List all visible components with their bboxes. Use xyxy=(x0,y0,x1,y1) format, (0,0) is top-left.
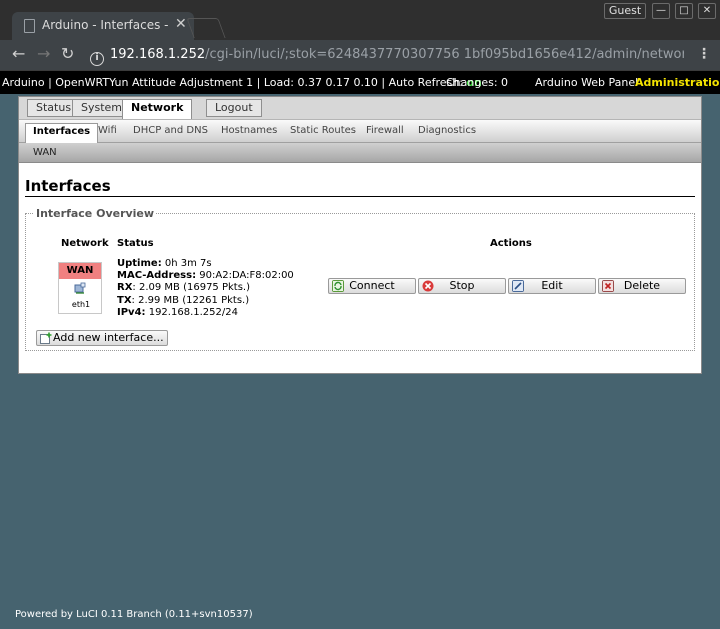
delete-button[interactable]: Delete xyxy=(598,278,686,294)
subtab-wan[interactable]: WAN xyxy=(33,147,57,158)
mac-value: 90:A2:DA:F8:02:00 xyxy=(196,270,294,282)
column-network: Network xyxy=(61,238,109,249)
new-tab-button[interactable] xyxy=(186,18,226,38)
page-background: Status System Network Logout Interfaces … xyxy=(0,94,720,629)
ipv4-label: IPv4: xyxy=(117,306,146,318)
interface-overview-section: Interface Overview Network Status Action… xyxy=(25,207,695,351)
edit-button[interactable]: Edit xyxy=(508,278,596,294)
site-info-icon[interactable]: i xyxy=(90,52,104,66)
column-status: Status xyxy=(117,238,154,249)
tab-network[interactable]: Network xyxy=(122,99,193,121)
device-name: eth1 xyxy=(71,300,91,309)
administration-link[interactable]: Administration xyxy=(635,71,720,94)
subtab-dhcp-dns[interactable]: DHCP and DNS xyxy=(133,125,208,136)
maximize-icon[interactable]: □ xyxy=(675,3,693,19)
column-actions: Actions xyxy=(490,238,532,249)
network-badge: WAN eth1 xyxy=(58,262,102,314)
close-window-icon[interactable]: ✕ xyxy=(698,3,716,19)
mac-label: MAC-Address: xyxy=(117,270,197,282)
subtab-firewall[interactable]: Firewall xyxy=(366,125,404,136)
stop-button[interactable]: Stop xyxy=(418,278,506,294)
tab-logout[interactable]: Logout xyxy=(206,99,262,117)
subtab-wifi[interactable]: Wifi xyxy=(98,125,117,136)
browser-toolbar: ← → ↻ i 192.168.1.252/cgi-bin/luci/;stok=… xyxy=(0,40,720,70)
system-info: Arduino | OpenWRTYun Attitude Adjustment… xyxy=(2,71,482,94)
rx-label: RX xyxy=(117,282,133,294)
forward-icon[interactable]: → xyxy=(37,44,50,63)
rx-value: : 2.09 MB (16975 Pkts.) xyxy=(132,282,251,294)
uptime-value: 0h 3m 7s xyxy=(161,258,212,269)
page-title: Interfaces xyxy=(25,177,695,197)
subtab-diagnostics[interactable]: Diagnostics xyxy=(418,125,476,136)
document-icon xyxy=(24,19,35,33)
footer-text: Powered by LuCI 0.11 Branch (0.11+svn105… xyxy=(15,609,253,620)
luci-header: Arduino | OpenWRTYun Attitude Adjustment… xyxy=(0,71,720,94)
browser-titlebar: Arduino - Interfaces - Lu ✕ Guest — □ ✕ xyxy=(0,0,720,40)
ethernet-port-icon xyxy=(74,282,86,294)
connect-label: Connect xyxy=(349,279,395,292)
add-interface-label: Add new interface... xyxy=(53,331,164,344)
subtab-hostnames[interactable]: Hostnames xyxy=(221,125,277,136)
delete-label: Delete xyxy=(623,279,661,292)
browser-menu-icon[interactable]: ⋮ xyxy=(697,46,711,62)
edit-label: Edit xyxy=(541,279,563,292)
delete-icon xyxy=(602,280,614,292)
minimize-icon[interactable]: — xyxy=(652,3,670,19)
tab-close-icon[interactable]: ✕ xyxy=(175,16,187,32)
changes-link[interactable]: Changes: 0 xyxy=(446,71,508,94)
url-path: /cgi-bin/luci/;stok=6248437770307756 1bf… xyxy=(205,47,684,62)
stop-label: Stop xyxy=(449,279,475,292)
interface-submenu: WAN xyxy=(19,143,701,163)
tx-value: : 2.99 MB (12261 Pkts.) xyxy=(131,294,250,306)
connect-button[interactable]: Connect xyxy=(328,278,416,294)
reload-icon[interactable]: ↻ xyxy=(61,44,74,63)
add-interface-button[interactable]: Add new interface... xyxy=(36,330,168,346)
interface-status: Uptime: 0h 3m 7s MAC-Address: 90:A2:DA:F… xyxy=(117,258,294,319)
network-name: WAN xyxy=(59,263,101,279)
web-panel-link[interactable]: Arduino Web Panel xyxy=(535,71,638,94)
ipv4-value: 192.168.1.252/24 xyxy=(145,306,238,318)
address-bar[interactable]: i 192.168.1.252/cgi-bin/luci/;stok=624843… xyxy=(84,43,684,67)
edit-icon xyxy=(512,280,524,292)
back-icon[interactable]: ← xyxy=(12,44,25,63)
subtab-interfaces[interactable]: Interfaces xyxy=(25,123,99,144)
stop-icon xyxy=(422,280,434,292)
add-icon xyxy=(40,332,52,344)
uptime-label: Uptime: xyxy=(117,258,162,269)
url-host: 192.168.1.252 xyxy=(110,47,206,62)
system-info-text: Arduino | OpenWRTYun Attitude Adjustment… xyxy=(2,76,467,89)
connect-icon xyxy=(332,280,344,292)
section-legend: Interface Overview xyxy=(34,207,157,220)
tx-label: TX xyxy=(117,294,132,306)
guest-profile-button[interactable]: Guest xyxy=(604,3,646,19)
browser-tab[interactable]: Arduino - Interfaces - Lu ✕ xyxy=(12,12,194,40)
main-menu: Status System Network Logout xyxy=(19,97,701,121)
network-submenu: Interfaces Wifi DHCP and DNS Hostnames S… xyxy=(19,119,701,144)
tab-title: Arduino - Interfaces - Lu xyxy=(42,18,170,32)
content-panel: Status System Network Logout Interfaces … xyxy=(18,96,702,374)
subtab-static-routes[interactable]: Static Routes xyxy=(290,125,356,136)
